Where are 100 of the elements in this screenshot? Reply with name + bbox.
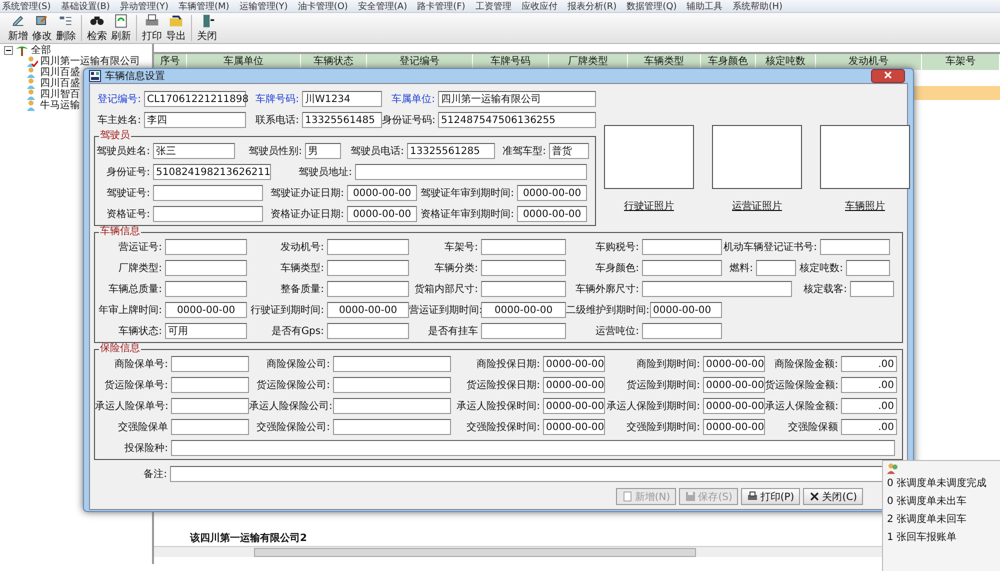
input-field[interactable]: 13325561285: [407, 142, 495, 158]
input-field[interactable]: .00: [841, 418, 897, 434]
tree-item[interactable]: 四川智百: [40, 89, 80, 100]
menu-item[interactable]: 报表分析(R): [567, 0, 617, 12]
input-field[interactable]: [333, 398, 451, 414]
photo-link[interactable]: 行驶证照片: [624, 199, 674, 213]
toolbar-button[interactable]: 修改: [30, 13, 54, 43]
toolbar-button[interactable]: 关闭: [195, 13, 219, 43]
menu-item[interactable]: 工资管理: [475, 0, 512, 12]
input-field[interactable]: 李四: [144, 112, 246, 128]
input-field[interactable]: 0000-00-00: [703, 418, 765, 434]
input-field[interactable]: 0000-00-00: [165, 302, 247, 318]
input-field[interactable]: 0000-00-00: [543, 376, 605, 392]
input-field[interactable]: CL17061221211898: [144, 90, 246, 106]
input-field[interactable]: [756, 260, 796, 276]
menu-item[interactable]: 辅助工具: [686, 0, 723, 12]
input-field[interactable]: 可用: [165, 322, 247, 338]
dialog-button[interactable]: 打印(P): [741, 488, 800, 505]
input-field[interactable]: [642, 280, 792, 296]
input-field[interactable]: [165, 238, 247, 254]
input-field[interactable]: 0000-00-00: [703, 376, 765, 392]
input-field[interactable]: 0000-00-00: [347, 184, 417, 200]
menu-item[interactable]: 基础设置(B): [60, 0, 110, 12]
input-field[interactable]: [327, 238, 409, 254]
input-field[interactable]: [333, 376, 451, 392]
menu-item[interactable]: 安全管理(A): [358, 0, 408, 12]
input-field[interactable]: 0000-00-00: [517, 206, 587, 222]
input-field[interactable]: 男: [305, 142, 341, 158]
menu-item[interactable]: 系统帮助(H): [732, 0, 782, 12]
toolbar-button[interactable]: 新增: [6, 13, 30, 43]
input-field[interactable]: [171, 376, 249, 392]
tree-item[interactable]: 四川百盛: [40, 67, 80, 78]
input-field[interactable]: [850, 280, 894, 296]
input-field[interactable]: 0000-00-00: [543, 356, 605, 372]
input-field[interactable]: 510824198213626211: [153, 164, 271, 180]
dialog-button[interactable]: 关闭(C): [803, 488, 863, 505]
menu-item[interactable]: 运输管理(Y): [239, 0, 288, 12]
input-field[interactable]: [171, 440, 895, 456]
input-field[interactable]: 0000-00-00: [703, 398, 765, 414]
input-field[interactable]: 0000-00-00: [543, 398, 605, 414]
input-field[interactable]: [481, 280, 566, 296]
photo-link[interactable]: 运营证照片: [732, 199, 782, 213]
input-field[interactable]: [153, 184, 263, 200]
input-field[interactable]: [153, 206, 263, 222]
input-field[interactable]: 512487547506136255: [438, 112, 596, 128]
input-field[interactable]: [171, 418, 249, 434]
input-field[interactable]: [642, 260, 722, 276]
menu-item[interactable]: 异动管理(Y): [120, 0, 168, 12]
input-field[interactable]: [846, 260, 890, 276]
input-field[interactable]: 0000-00-00: [481, 302, 566, 318]
input-field[interactable]: 0000-00-00: [703, 356, 765, 372]
input-field[interactable]: 0000-00-00: [543, 418, 605, 434]
input-field[interactable]: 0000-00-00: [327, 302, 409, 318]
input-field[interactable]: [481, 322, 566, 338]
input-field[interactable]: [642, 238, 722, 254]
toolbar-button[interactable]: 导出: [164, 13, 188, 43]
tree-item[interactable]: 全部: [31, 45, 51, 56]
input-field[interactable]: .00: [841, 356, 897, 372]
input-field[interactable]: 13325561485: [302, 112, 382, 128]
input-field[interactable]: [333, 356, 451, 372]
tree-item[interactable]: 四川百盛: [40, 78, 80, 89]
toolbar-button[interactable]: 删除: [54, 13, 78, 43]
input-field[interactable]: [333, 418, 451, 434]
reminder-item[interactable]: 0 张调度单未调度完成: [883, 475, 1000, 493]
input-field[interactable]: [327, 260, 409, 276]
menu-item[interactable]: 油卡管理(O): [298, 0, 348, 12]
input-field[interactable]: .00: [841, 376, 897, 392]
input-field[interactable]: 川W1234: [302, 90, 382, 106]
input-field[interactable]: 四川第一运输有限公司: [438, 90, 596, 106]
input-field[interactable]: 0000-00-00: [347, 206, 417, 222]
collapse-icon[interactable]: [4, 46, 13, 55]
input-field[interactable]: [165, 260, 247, 276]
input-field[interactable]: [481, 260, 566, 276]
photo-link[interactable]: 车辆照片: [845, 199, 885, 213]
reminder-item[interactable]: 2 张调度单未回车: [883, 511, 1000, 529]
toolbar-button[interactable]: 打印: [140, 13, 164, 43]
input-field[interactable]: [165, 280, 247, 296]
input-field[interactable]: [642, 322, 722, 338]
menu-item[interactable]: 系统管理(S): [2, 0, 51, 12]
menu-item[interactable]: 路卡管理(F): [417, 0, 466, 12]
menu-item[interactable]: 车辆管理(M): [178, 0, 230, 12]
input-field[interactable]: [327, 280, 409, 296]
toolbar-button[interactable]: 刷新: [109, 13, 133, 43]
input-field[interactable]: [820, 238, 890, 254]
input-field[interactable]: 0000-00-00: [650, 302, 722, 318]
input-field[interactable]: [171, 398, 249, 414]
close-button[interactable]: [871, 69, 905, 83]
input-field[interactable]: [481, 238, 566, 254]
reminder-item[interactable]: 1 张回车报账单: [883, 529, 1000, 547]
input-field[interactable]: 张三: [153, 142, 235, 158]
tree-item[interactable]: 牛马运输: [40, 100, 80, 111]
input-field[interactable]: .00: [841, 398, 897, 414]
input-field[interactable]: 普货: [549, 142, 589, 158]
input-field[interactable]: [171, 356, 249, 372]
input-field[interactable]: [327, 322, 409, 338]
menu-item[interactable]: 应收应付: [521, 0, 558, 12]
reminder-item[interactable]: 0 张调度单未出车: [883, 493, 1000, 511]
input-field[interactable]: [355, 164, 587, 180]
input-field[interactable]: 0000-00-00: [517, 184, 587, 200]
column-header[interactable]: 车架号: [922, 54, 1000, 70]
